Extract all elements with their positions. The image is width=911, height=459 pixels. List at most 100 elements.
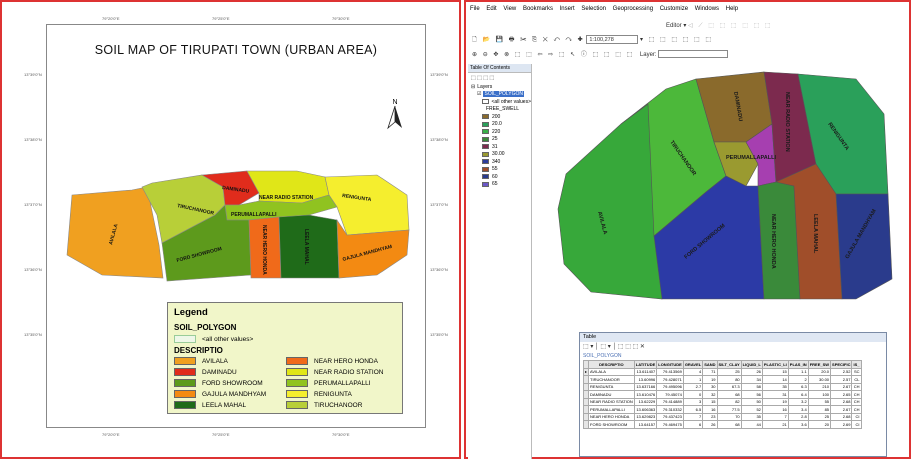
table-cell[interactable]: 35 <box>761 382 789 391</box>
table-options-toolbar[interactable]: ⬚ ▾ │ ⬚ ▾ │ ⬚ ⬚ ⬚ ✕ <box>580 342 886 352</box>
table-row[interactable]: NEAR HERO HONDA 13.629823 79.437423 7 23 70 35… <box>582 412 862 421</box>
table-cell[interactable]: 79.428071 <box>656 375 684 384</box>
column-header[interactable]: PLAS_IN <box>787 360 809 369</box>
table-cell[interactable]: 68 <box>716 420 742 429</box>
table-cell[interactable]: 15 <box>761 367 789 376</box>
layout-page[interactable]: SOIL MAP OF TIRUPATI TOWN (URBAN AREA) N… <box>46 24 426 428</box>
table-cell[interactable]: 20 <box>807 420 832 429</box>
table-cell[interactable]: 44 <box>740 420 763 429</box>
table-row[interactable]: PERUMALLAPALLI 13.606363 79.310332 6.5 16 77.… <box>582 405 862 414</box>
table-cell[interactable]: 31 <box>761 390 789 399</box>
table-cell[interactable]: 6 <box>682 420 704 429</box>
table-cell[interactable]: 85 <box>807 405 832 414</box>
standard-toolbar[interactable]: 🗋 📂 💾 🖶 ✂ ⎘ ✕ ↶ ↷ ✚ 1:100,278 ▾ ⬚ ⬚ ⬚ ⬚ … <box>472 35 713 45</box>
column-header[interactable]: LATITUDE <box>633 360 658 369</box>
table-cell[interactable]: 20.0 <box>807 367 832 376</box>
table-cell[interactable]: 77.5 <box>716 405 742 414</box>
table-cell[interactable]: 2.68 <box>830 397 853 406</box>
menu-selection[interactable]: Selection <box>581 6 606 12</box>
table-row[interactable]: FORD SHOWROOM 13.64157 79.469475 6 26 68 44 21 3… <box>582 420 862 429</box>
table-cell[interactable]: 7 <box>682 412 704 421</box>
file-tools-icon[interactable]: 🗋 📂 💾 🖶 ✂ ⎘ ✕ ↶ ↷ ✚ <box>472 37 585 43</box>
table-cell[interactable]: CI <box>851 412 862 421</box>
arcmap-window[interactable]: File Edit View Bookmarks Insert Selectio… <box>464 0 911 459</box>
table-cell[interactable]: 3 <box>682 397 704 406</box>
table-cell[interactable]: 26 <box>702 420 718 429</box>
table-cell[interactable]: 67.3 <box>716 382 742 391</box>
table-cell[interactable]: 79.495096 <box>656 382 684 391</box>
table-cell[interactable]: AVILALA <box>588 367 635 376</box>
map-scale-select[interactable]: 1:100,278 <box>586 35 639 44</box>
table-body[interactable]: ▸ AVILALA 13.611407 79.413569 4 71 25 26 15 1.1 20… <box>582 367 862 429</box>
table-cell[interactable]: 16 <box>702 405 718 414</box>
toc-layers-group[interactable]: ⊟ Layers <box>468 83 531 91</box>
toc-toolbar[interactable]: ⬚ ⬚ ⬚ ⬚ <box>468 73 531 83</box>
table-cell[interactable]: 34 <box>740 375 763 384</box>
table-cell[interactable]: NEAR RADIO STATION <box>588 397 635 406</box>
table-cell[interactable]: 52 <box>740 405 763 414</box>
table-row[interactable]: DAMINADU 13.610476 79.45074 0 32 68 56 31 6.4 100… <box>582 390 862 399</box>
table-cell[interactable]: 15 <box>702 397 718 406</box>
window-tools-icon[interactable]: ▾ ⬚ ⬚ ⬚ ⬚ ⬚ ⬚ <box>640 37 713 43</box>
collapse-icon[interactable]: ⊟ <box>471 84 475 90</box>
table-cell[interactable]: 30.00 <box>807 375 832 384</box>
table-cell[interactable]: 2.57 <box>830 375 853 384</box>
arcmap-map-display[interactable]: DAMINADU NEAR RADIO STATION RENIGUNTA TI… <box>536 64 908 334</box>
editor-toolbar[interactable]: Editor ▾ ◁ ⟋ ⬚ ⬚ ⬚ ⬚ ⬚ ⬚ <box>666 22 773 30</box>
table-cell[interactable]: 82 <box>716 397 742 406</box>
menu-bookmarks[interactable]: Bookmarks <box>523 6 553 12</box>
menu-windows[interactable]: Windows <box>695 6 719 12</box>
column-header[interactable]: IS_ <box>851 360 862 369</box>
table-cell[interactable]: 2.7 <box>682 382 704 391</box>
map-legend[interactable]: Legend SOIL_POLYGON <all other values> D… <box>167 302 403 414</box>
table-cell[interactable]: 2.67 <box>830 405 853 414</box>
table-cell[interactable]: 6.4 <box>787 390 809 399</box>
column-header[interactable]: SPECIFIC <box>830 360 853 369</box>
table-cell[interactable]: NEAR HERO HONDA <box>588 412 635 421</box>
column-header[interactable]: SAND <box>702 360 718 369</box>
layout-view-panel[interactable]: 79°20'0"E 79°25'0"E 79°30'0"E 79°20'0"E … <box>0 0 461 459</box>
table-cell[interactable]: 32 <box>702 390 718 399</box>
column-header[interactable]: DESCRIPTIO <box>588 360 635 369</box>
table-cell[interactable]: 7 <box>761 412 789 421</box>
table-cell[interactable]: 13.606363 <box>633 405 658 414</box>
table-cell[interactable]: 21 <box>761 420 789 429</box>
table-cell[interactable]: CH <box>851 397 862 406</box>
table-cell[interactable]: 2 <box>787 375 809 384</box>
table-cell[interactable]: 3.2 <box>787 397 809 406</box>
table-cell[interactable]: 30 <box>702 382 718 391</box>
table-cell[interactable]: 2.8 <box>787 412 809 421</box>
table-row[interactable]: ▸ AVILALA 13.611407 79.413569 4 71 25 26 15 1.1 20… <box>582 367 862 376</box>
tools-toolbar[interactable]: ⊕ ⊖ ✥ ⊗ ⬚ ⬚ ⇦ ⇨ ⬚ ↖ ⓘ ⬚ ⬚ ⬚ ⬚ Layer: <box>472 49 729 59</box>
layer-select[interactable] <box>658 50 729 59</box>
table-cell[interactable]: 79.437423 <box>656 412 684 421</box>
checkbox-checked-icon[interactable]: ☑ <box>477 91 481 97</box>
table-cell[interactable]: 68 <box>716 390 742 399</box>
table-of-contents[interactable]: Table Of Contents ⬚ ⬚ ⬚ ⬚ ⊟ Layers ☑ SOI… <box>468 64 532 459</box>
zoom-pan-tools-icon[interactable]: ⊕ ⊖ ✥ ⊗ ⬚ ⬚ ⇦ ⇨ ⬚ ↖ ⓘ ⬚ ⬚ ⬚ ⬚ <box>472 52 634 58</box>
attribute-table-window[interactable]: Table ⬚ ▾ │ ⬚ ▾ │ ⬚ ⬚ ⬚ ✕ SOIL_POLYGON D… <box>579 332 887 457</box>
table-cell[interactable]: 56 <box>740 390 763 399</box>
table-cell[interactable]: 79.45074 <box>656 390 684 399</box>
table-cell[interactable]: 25 <box>716 367 742 376</box>
table-cell[interactable]: 2.68 <box>830 412 853 421</box>
column-header[interactable]: LONGITUDE <box>656 360 684 369</box>
column-header[interactable]: SILT_CLAY <box>716 360 742 369</box>
table-cell[interactable]: 3.6 <box>787 420 809 429</box>
table-cell[interactable]: 79.469475 <box>656 420 684 429</box>
column-header[interactable]: LIQUID_L <box>740 360 763 369</box>
table-cell[interactable]: SC <box>851 367 862 376</box>
table-cell[interactable]: 13.610476 <box>633 390 658 399</box>
menu-geoprocessing[interactable]: Geoprocessing <box>613 6 653 12</box>
table-cell[interactable]: 6.5 <box>682 405 704 414</box>
table-cell[interactable]: CH <box>851 382 862 391</box>
chevron-down-icon[interactable]: ▾ <box>683 23 686 29</box>
table-cell[interactable]: 6.3 <box>787 382 809 391</box>
table-cell[interactable]: 50 <box>740 397 763 406</box>
table-layer-tab[interactable]: SOIL_POLYGON <box>580 352 886 360</box>
table-cell[interactable]: 13.60996 <box>633 375 658 384</box>
table-row[interactable]: TIRUCHANOOR 13.60996 79.428071 1 19 80 34 14 2 30… <box>582 375 862 384</box>
table-cell[interactable]: 14 <box>761 375 789 384</box>
table-cell[interactable]: 2.69 <box>830 420 853 429</box>
table-cell[interactable]: 2.65 <box>830 390 853 399</box>
